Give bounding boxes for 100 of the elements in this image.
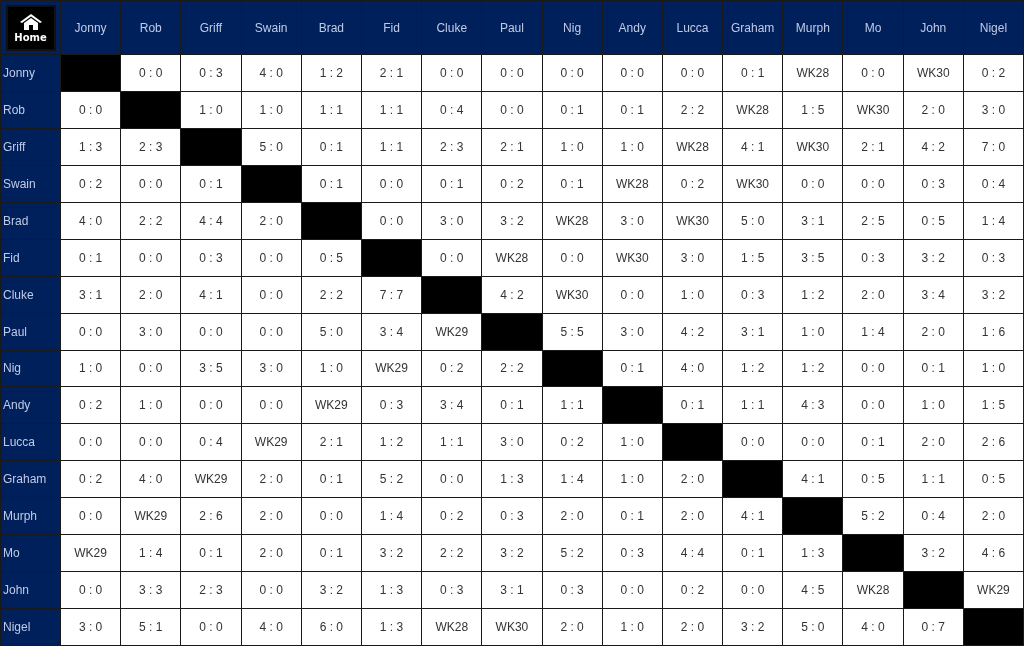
table-cell: 0 : 2 — [422, 350, 482, 387]
table-cell: 0 : 1 — [301, 165, 361, 202]
table-cell: 0 : 1 — [602, 498, 662, 535]
blocked-cell — [783, 498, 843, 535]
table-cell: 1 : 1 — [361, 91, 422, 128]
table-cell: 1 : 0 — [662, 276, 723, 313]
table-cell: 3 : 0 — [482, 424, 542, 461]
table-cell: 1 : 4 — [542, 461, 602, 498]
table-cell: 7 : 7 — [361, 276, 422, 313]
table-cell: 0 : 0 — [181, 387, 241, 424]
table-cell: 0 : 0 — [121, 55, 181, 91]
table-cell: 5 : 0 — [783, 609, 843, 645]
table-cell: 0 : 5 — [301, 239, 361, 276]
table-cell: 1 : 3 — [361, 609, 422, 645]
row-header: Jonny — [1, 55, 60, 91]
table-cell: 7 : 0 — [963, 128, 1023, 165]
table-cell: 3 : 2 — [723, 609, 783, 645]
column-header: John — [903, 1, 963, 54]
table-cell: 0 : 0 — [241, 572, 301, 609]
table-cell: 1 : 6 — [963, 313, 1023, 350]
table-cell: 2 : 0 — [121, 276, 181, 313]
table-cell: 0 : 7 — [903, 609, 963, 645]
table-cell: 2 : 2 — [662, 91, 723, 128]
table-cell: 1 : 0 — [602, 461, 662, 498]
table-cell: 1 : 0 — [602, 609, 662, 645]
table-cell: 6 : 0 — [301, 609, 361, 645]
table-cell: 1 : 2 — [723, 350, 783, 387]
table-cell: 3 : 0 — [963, 91, 1023, 128]
table-cell: 0 : 1 — [482, 387, 542, 424]
table-cell: WK30 — [542, 276, 602, 313]
row-header: Mo — [1, 535, 60, 572]
column-header: Paul — [482, 1, 542, 54]
table-cell: 4 : 4 — [662, 535, 723, 572]
table-cell: 0 : 0 — [61, 424, 121, 461]
table-cell: 3 : 2 — [301, 572, 361, 609]
table-cell: 1 : 2 — [301, 55, 361, 91]
table-cell: 0 : 1 — [422, 165, 482, 202]
table-cell: 5 : 0 — [301, 313, 361, 350]
table-cell: 1 : 3 — [783, 535, 843, 572]
table-cell: WK28 — [723, 91, 783, 128]
home-button[interactable]: Home — [5, 4, 56, 51]
table-cell: 3 : 0 — [241, 350, 301, 387]
table-cell: 0 : 2 — [61, 165, 121, 202]
table-cell: 2 : 0 — [542, 609, 602, 645]
table-cell: 0 : 0 — [361, 202, 422, 239]
table-cell: WK28 — [422, 609, 482, 645]
table-cell: 1 : 0 — [542, 128, 602, 165]
table-cell: 0 : 2 — [422, 498, 482, 535]
table-cell: 0 : 3 — [602, 535, 662, 572]
blocked-cell — [61, 55, 121, 91]
table-cell: WK29 — [963, 572, 1023, 609]
table-cell: 1 : 5 — [783, 91, 843, 128]
column-header: Mo — [843, 1, 903, 54]
row-header: Murph — [1, 498, 60, 535]
column-header: Murph — [783, 1, 843, 54]
table-cell: 2 : 1 — [843, 128, 903, 165]
table-cell: WK28 — [542, 202, 602, 239]
row-header: John — [1, 572, 60, 609]
table-cell: 5 : 0 — [723, 202, 783, 239]
table-cell: 2 : 2 — [121, 202, 181, 239]
table-cell: 2 : 0 — [662, 461, 723, 498]
table-cell: 0 : 1 — [542, 91, 602, 128]
table-cell: 0 : 0 — [602, 55, 662, 91]
table-cell: 0 : 0 — [843, 387, 903, 424]
table-cell: 0 : 1 — [61, 239, 121, 276]
table-cell: 1 : 2 — [361, 424, 422, 461]
table-cell: 3 : 0 — [602, 202, 662, 239]
table-cell: 2 : 0 — [903, 91, 963, 128]
table-cell: 2 : 0 — [241, 535, 301, 572]
table-cell: 0 : 0 — [241, 387, 301, 424]
table-cell: 3 : 2 — [361, 535, 422, 572]
table-cell: 0 : 3 — [542, 572, 602, 609]
table-cell: 0 : 0 — [783, 165, 843, 202]
table-cell: 0 : 0 — [843, 165, 903, 202]
table-cell: 0 : 0 — [241, 313, 301, 350]
table-cell: 1 : 0 — [783, 313, 843, 350]
table-cell: 1 : 3 — [61, 128, 121, 165]
table-cell: 0 : 0 — [422, 239, 482, 276]
table-cell: 0 : 0 — [783, 424, 843, 461]
table-cell: 0 : 0 — [121, 165, 181, 202]
table-cell: 2 : 6 — [181, 498, 241, 535]
table-cell: 4 : 0 — [241, 609, 301, 645]
table-cell: 4 : 0 — [121, 461, 181, 498]
table-cell: 4 : 6 — [963, 535, 1023, 572]
table-cell: 0 : 4 — [181, 424, 241, 461]
table-cell: 0 : 1 — [301, 461, 361, 498]
table-cell: 2 : 2 — [482, 350, 542, 387]
table-cell: 3 : 2 — [482, 202, 542, 239]
table-cell: 1 : 3 — [361, 572, 422, 609]
table-cell: 1 : 0 — [602, 424, 662, 461]
table-cell: 3 : 1 — [482, 572, 542, 609]
table-cell: 3 : 0 — [662, 239, 723, 276]
blocked-cell — [301, 202, 361, 239]
table-cell: 0 : 0 — [602, 572, 662, 609]
row-header: Griff — [1, 128, 60, 165]
table-cell: 2 : 0 — [241, 461, 301, 498]
row-header: Paul — [1, 313, 60, 350]
table-cell: 1 : 3 — [482, 461, 542, 498]
table-cell: 1 : 5 — [963, 387, 1023, 424]
table-cell: WK29 — [422, 313, 482, 350]
